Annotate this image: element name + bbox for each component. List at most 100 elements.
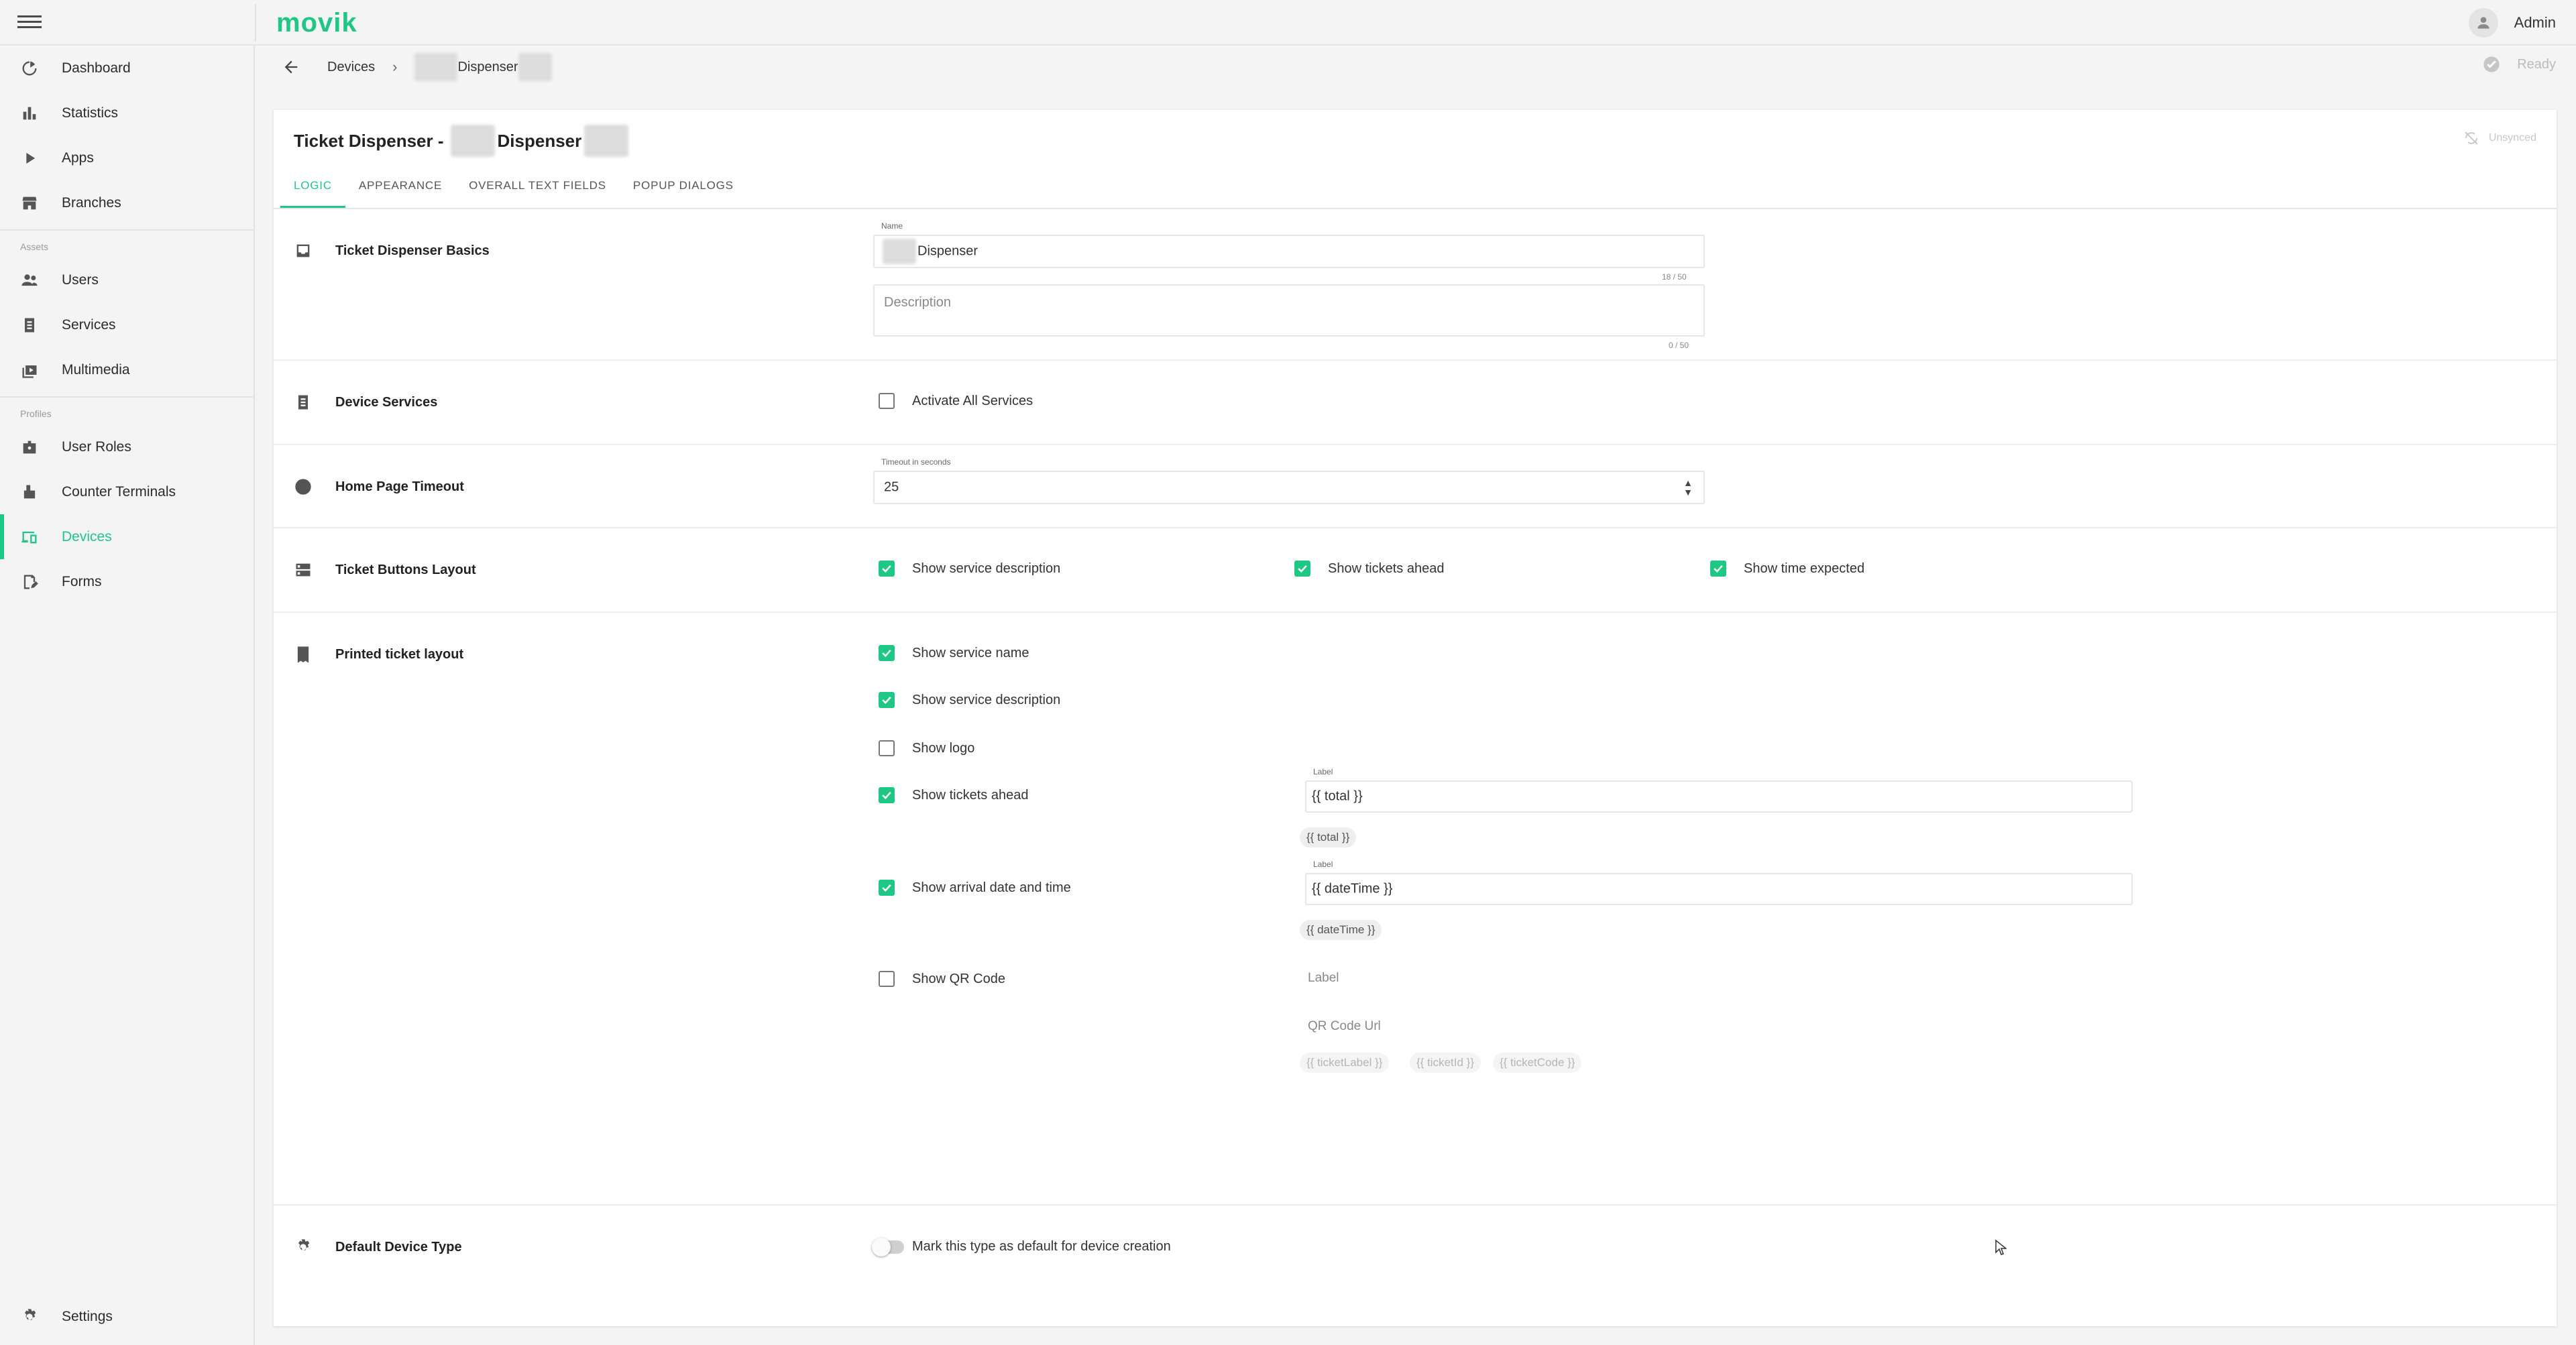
badge-icon <box>23 441 36 453</box>
checkbox-box[interactable] <box>879 692 895 708</box>
arrival-value[interactable]: {{ dateTime }} <box>1312 882 1392 897</box>
placeholder-chip-datetime[interactable]: {{ dateTime }} <box>1300 920 1382 940</box>
checkbox-box[interactable] <box>879 645 895 661</box>
users-icon <box>21 274 38 286</box>
section-home-page-timeout: Home Page Timeout Timeout in seconds 25 … <box>274 445 2557 528</box>
sidebar-item-services[interactable]: Services <box>0 302 254 347</box>
back-arrow-icon[interactable] <box>282 58 300 76</box>
sidebar-item-user-roles[interactable]: User Roles <box>0 424 254 469</box>
checkbox-label: Show logo <box>912 740 975 756</box>
stepper-arrows-icon[interactable]: ▲ ▼ <box>1683 478 1693 497</box>
logo: movik <box>276 8 357 38</box>
section-printed-ticket-layout: Printed ticket layout Show service name … <box>274 613 2557 1206</box>
tab-logic[interactable]: Logic <box>280 165 345 208</box>
tab-appearance[interactable]: Appearance <box>345 165 455 208</box>
sidebar-section-profiles: Profiles User Roles Counter Terminals De… <box>0 396 254 604</box>
sidebar-item-label: Multimedia <box>62 361 130 377</box>
show-printed-service-description-checkbox[interactable]: Show service description <box>879 692 1060 708</box>
timeout-value[interactable]: 25 <box>884 480 899 495</box>
sidebar-item-apps[interactable]: Apps <box>0 135 254 180</box>
checkbox-box[interactable] <box>879 971 895 987</box>
sidebar-item-forms[interactable]: Forms <box>0 559 254 604</box>
sidebar-item-label: User Roles <box>62 438 131 455</box>
redacted-text <box>584 125 629 157</box>
checkbox-box[interactable] <box>879 880 895 896</box>
timeout-stepper[interactable]: Timeout in seconds 25 ▲ ▼ <box>873 457 1705 504</box>
checkbox-label: Show service name <box>912 645 1029 660</box>
tickets-ahead-value[interactable]: {{ total }} <box>1312 789 1363 805</box>
multimedia-icon <box>22 365 37 378</box>
gear-icon <box>25 1309 36 1320</box>
checkbox-box[interactable] <box>879 787 895 803</box>
show-logo-checkbox[interactable]: Show logo <box>879 740 974 756</box>
checkbox-box[interactable] <box>879 561 895 577</box>
sidebar-item-label: Statistics <box>62 105 119 121</box>
show-tickets-ahead-checkbox[interactable]: Show tickets ahead <box>1294 561 1444 577</box>
title-name: Dispenser <box>497 130 582 151</box>
title-prefix: Ticket Dispenser - <box>294 130 444 151</box>
status-ready: Ready <box>2482 55 2556 74</box>
placeholder-chip-ticket-id: {{ ticketId }} <box>1410 1053 1481 1073</box>
description-field[interactable]: Description <box>873 284 1705 337</box>
section-title: Ticket Buttons Layout <box>294 561 476 579</box>
breadcrumb-devices[interactable]: Devices <box>327 60 375 75</box>
tab-popup-dialogs[interactable]: Popup Dialogs <box>620 165 747 208</box>
qr-label-field[interactable]: Label <box>1308 971 1339 986</box>
tab-overall-text-fields[interactable]: Overall Text Fields <box>455 165 620 208</box>
checkbox-label: Show service description <box>912 692 1061 707</box>
show-service-name-checkbox[interactable]: Show service name <box>879 645 1029 661</box>
sidebar-item-branches[interactable]: Branches <box>0 180 254 225</box>
sidebar-bottom: Settings <box>0 1297 254 1345</box>
sidebar-item-users[interactable]: Users <box>0 257 254 302</box>
qr-url-field[interactable]: QR Code Url <box>1308 1019 1381 1034</box>
unsynced-label: Unsynced <box>2488 132 2536 143</box>
dashboard-icon <box>22 61 37 75</box>
clock-icon <box>295 479 311 495</box>
show-qr-code-checkbox[interactable]: Show QR Code <box>879 971 1005 987</box>
avatar-icon[interactable] <box>2468 8 2498 38</box>
sidebar-item-label: Settings <box>62 1309 113 1324</box>
bar-chart-icon <box>23 107 36 119</box>
section-title: Default Device Type <box>294 1238 462 1256</box>
checkbox-box[interactable] <box>1710 561 1726 577</box>
sidebar-item-statistics[interactable]: Statistics <box>0 91 254 135</box>
show-time-expected-checkbox[interactable]: Show time expected <box>1710 561 1864 577</box>
redacted-text <box>883 239 916 264</box>
activate-all-services-checkbox[interactable]: Activate All Services <box>879 393 1033 409</box>
sidebar-item-dashboard[interactable]: Dashboard <box>0 46 254 91</box>
show-service-description-checkbox[interactable]: Show service description <box>879 561 1060 577</box>
checkbox-box[interactable] <box>1294 561 1310 577</box>
sidebar-item-settings[interactable]: Settings <box>0 1297 254 1337</box>
basics-title: Ticket Dispenser Basics <box>335 243 490 258</box>
arrival-label-field[interactable]: Label {{ dateTime }} <box>1305 860 2133 905</box>
checkbox-box[interactable] <box>879 393 895 409</box>
tickets-ahead-label-field[interactable]: Label {{ total }} <box>1305 767 2133 813</box>
sidebar-item-multimedia[interactable]: Multimedia <box>0 347 254 392</box>
default-type-toggle[interactable] <box>872 1238 904 1256</box>
checkbox-box[interactable] <box>879 740 895 756</box>
field-label: Name <box>881 221 903 231</box>
name-field[interactable]: Name Dispenser <box>873 221 1705 268</box>
user-name[interactable]: Admin <box>2514 14 2556 32</box>
section-title: Ticket Dispenser Basics <box>294 241 490 260</box>
menu-icon[interactable] <box>17 12 42 34</box>
gear-icon <box>298 1239 310 1250</box>
sidebar-item-label: Forms <box>62 573 102 589</box>
show-arrival-checkbox[interactable]: Show arrival date and time <box>879 880 1071 896</box>
toggle-knob[interactable] <box>872 1238 891 1256</box>
name-value[interactable]: Dispenser <box>917 244 978 259</box>
placeholder-chip-total[interactable]: {{ total }} <box>1300 827 1357 847</box>
checkbox-label: Show tickets ahead <box>1328 561 1445 576</box>
redacted-text <box>414 53 458 81</box>
tab-bar: Logic Appearance Overall Text Fields Pop… <box>274 165 2557 209</box>
device-card: Ticket Dispenser - Dispenser Unsynced Lo… <box>274 110 2557 1326</box>
clipboard-icon <box>298 395 308 410</box>
sidebar-item-devices[interactable]: Devices <box>0 514 254 559</box>
redacted-text <box>518 53 552 81</box>
sidebar-item-label: Apps <box>62 150 94 166</box>
section-title: Printed ticket layout <box>294 645 463 664</box>
show-printed-tickets-ahead-checkbox[interactable]: Show tickets ahead <box>879 787 1028 803</box>
user-menu[interactable]: Admin <box>2468 8 2556 38</box>
field-label: Label <box>1313 767 1333 776</box>
sidebar-item-counter-terminals[interactable]: Counter Terminals <box>0 469 254 514</box>
